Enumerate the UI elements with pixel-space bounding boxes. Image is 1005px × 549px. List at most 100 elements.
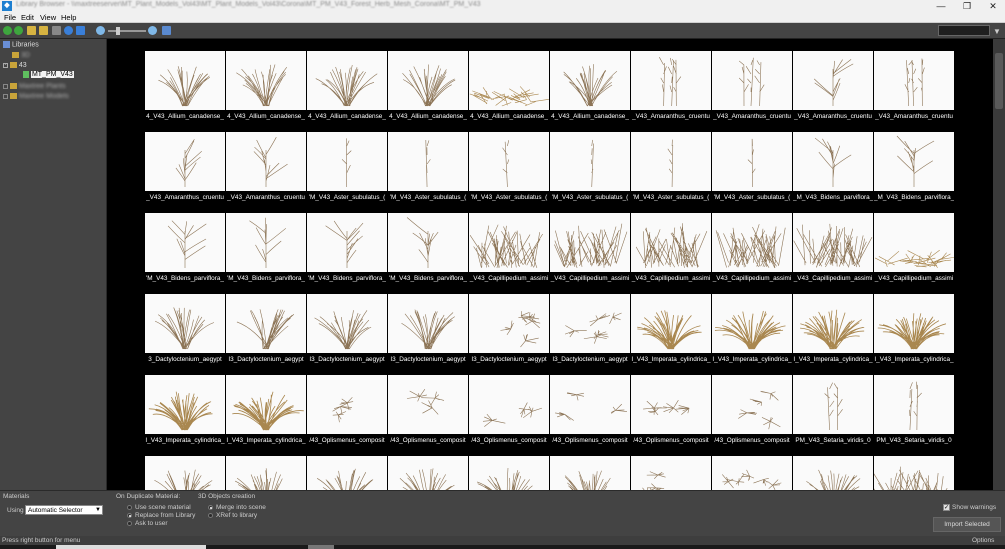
info-icon[interactable] [76,26,85,35]
close-button[interactable]: ✕ [982,0,1004,12]
asset-thumbnail[interactable]: _V43_Amaranthus_cruentu [226,132,306,204]
stop-icon[interactable] [52,26,61,35]
asset-thumbnail[interactable]: 'M_V43_Aster_subulatus_( [550,132,630,204]
asset-thumbnail[interactable]: 'M_V43_Bidens_parviflora_ [226,213,306,285]
asset-thumbnail[interactable]: _V43_Amaranthus_cruentu [145,132,225,204]
asset-thumbnail[interactable]: 'M_V43_Aster_subulatus_( [631,132,711,204]
expand-icon[interactable] [3,93,8,99]
asset-thumbnail[interactable]: 'M_V43_Aster_subulatus_( [469,132,549,204]
help-icon[interactable] [162,26,171,35]
radio-merge-into-scene[interactable] [208,505,213,510]
asset-thumbnail[interactable] [388,456,468,490]
minimize-button[interactable]: — [930,0,952,12]
asset-thumbnail[interactable] [145,456,225,490]
asset-thumbnail[interactable]: I3_Dactyloctenium_aegypt [388,294,468,366]
asset-thumbnail[interactable] [307,456,387,490]
asset-thumbnail[interactable]: 'M_V43_Aster_subulatus_( [712,132,792,204]
tree-item-blurred-2[interactable]: Maxtree Models [3,93,69,100]
tree-item-blurred-1[interactable]: Maxtree Plants [3,83,66,90]
options-button[interactable]: Options [972,537,994,544]
scrollbar-thumb[interactable] [995,53,1003,109]
asset-thumbnail[interactable]: I_V43_Imperata_cylindrica_ [712,294,792,366]
radio-xref-to-library[interactable] [208,513,213,518]
asset-thumbnail[interactable] [469,456,549,490]
menu-file[interactable]: File [4,13,16,22]
asset-thumbnail[interactable]: _V43_Amaranthus_cruentu [793,51,873,123]
asset-thumbnail[interactable]: I3_Dactyloctenium_aegypt [469,294,549,366]
asset-thumbnail[interactable]: I_V43_Imperata_cylindrica_ [631,294,711,366]
material-selector-dropdown[interactable]: Automatic Selector ▼ [25,505,103,515]
radio-replace-from-library[interactable] [127,513,132,518]
asset-thumbnail[interactable]: PM_V43_Setaria_viridis_0 [874,375,954,447]
asset-thumbnail[interactable]: _V43_Amaranthus_cruentu [631,51,711,123]
asset-thumbnail[interactable]: 'M_V43_Bidens_parviflora_ [145,213,225,285]
asset-thumbnail[interactable]: /43_Oplismenus_composit [307,375,387,447]
asset-thumbnail[interactable]: I3_Dactyloctenium_aegypt [307,294,387,366]
refresh-icon[interactable] [64,26,73,35]
asset-thumbnail[interactable]: _V43_Amaranthus_cruentu [874,51,954,123]
asset-thumbnail[interactable]: _V43_Capillipedium_assimi [874,213,954,285]
asset-thumbnail[interactable]: I_V43_Imperata_cylindrica_ [874,294,954,366]
asset-thumbnail[interactable]: /43_Oplismenus_composit [469,375,549,447]
tree-item-43[interactable]: - 43 [3,62,27,69]
tree-item-3d[interactable]: 3D [12,52,30,59]
search-input[interactable] [938,25,990,36]
asset-thumbnail[interactable]: 4_V43_Allium_canadense_ [388,51,468,123]
asset-thumbnail[interactable]: I3_Dactyloctenium_aegypt [226,294,306,366]
back-icon[interactable] [3,26,12,35]
folder-open-icon[interactable] [27,26,36,35]
vertical-scrollbar[interactable] [993,39,1005,490]
forward-icon[interactable] [14,26,23,35]
collapse-icon[interactable]: - [3,62,8,68]
asset-thumbnail[interactable]: PM_V43_Setaria_viridis_0 [793,375,873,447]
show-warnings-checkbox[interactable]: ✓ [943,504,950,511]
asset-thumbnail[interactable]: I_V43_Imperata_cylindrica_ [226,375,306,447]
asset-thumbnail[interactable] [226,456,306,490]
asset-thumbnail[interactable]: 4_V43_Allium_canadense_ [307,51,387,123]
maximize-button[interactable]: ❐ [956,0,978,12]
zoom-slider[interactable] [108,27,146,35]
asset-thumbnail[interactable] [874,456,954,490]
asset-thumbnail[interactable]: _V43_Amaranthus_cruentu [712,51,792,123]
folder-up-icon[interactable] [39,26,48,35]
asset-thumbnail[interactable] [712,456,792,490]
asset-thumbnail[interactable] [631,456,711,490]
asset-thumbnail[interactable]: /43_Oplismenus_composit [388,375,468,447]
asset-thumbnail[interactable]: _V43_Capillipedium_assimi [550,213,630,285]
asset-thumbnail[interactable]: 4_V43_Allium_canadense_ [550,51,630,123]
asset-thumbnail[interactable]: _M_V43_Bidens_parviflora_ [793,132,873,204]
asset-thumbnail[interactable]: _V43_Capillipedium_assimi [712,213,792,285]
asset-thumbnail[interactable]: 3_Dactyloctenium_aegypt [145,294,225,366]
asset-thumbnail[interactable]: 'M_V43_Aster_subulatus_( [388,132,468,204]
asset-thumbnail[interactable]: _V43_Capillipedium_assimi [793,213,873,285]
asset-thumbnail[interactable]: I_V43_Imperata_cylindrica_ [145,375,225,447]
asset-thumbnail[interactable]: 'M_V43_Bidens_parviflora_ [307,213,387,285]
asset-thumbnail[interactable]: _V43_Capillipedium_assimi [631,213,711,285]
asset-thumbnail[interactable]: 4_V43_Allium_canadense_ [469,51,549,123]
tree-item-mt-pm-v43[interactable]: MT_PM_V43 [23,71,74,79]
import-selected-button[interactable]: Import Selected [933,517,1001,532]
radio-use-scene-material[interactable] [127,505,132,510]
menu-edit[interactable]: Edit [21,13,34,22]
asset-thumbnail[interactable]: /43_Oplismenus_composit [550,375,630,447]
asset-thumbnail[interactable]: 'M_V43_Bidens_parviflora_ [388,213,468,285]
tree-root[interactable]: Libraries [3,41,39,48]
asset-thumbnail[interactable]: I3_Dactyloctenium_aegypt [550,294,630,366]
filter-icon[interactable]: ▼ [993,27,1001,36]
asset-thumbnail[interactable]: I_V43_Imperata_cylindrica_ [793,294,873,366]
asset-thumbnail[interactable]: /43_Oplismenus_composit [631,375,711,447]
asset-thumbnail[interactable]: _V43_Capillipedium_assimi [469,213,549,285]
asset-thumbnail[interactable] [550,456,630,490]
zoom-out-icon[interactable] [96,26,105,35]
asset-thumbnail[interactable]: 4_V43_Allium_canadense_ [226,51,306,123]
asset-thumbnail[interactable]: /43_Oplismenus_composit [712,375,792,447]
menu-view[interactable]: View [40,13,56,22]
asset-thumbnail[interactable] [793,456,873,490]
asset-thumbnail[interactable]: _M_V43_Bidens_parviflora_ [874,132,954,204]
radio-ask-to-user[interactable] [127,521,132,526]
menu-help[interactable]: Help [61,13,76,22]
expand-icon[interactable] [3,83,8,89]
asset-thumbnail[interactable]: 'M_V43_Aster_subulatus_( [307,132,387,204]
asset-thumbnail[interactable]: 4_V43_Allium_canadense_ [145,51,225,123]
zoom-in-icon[interactable] [148,26,157,35]
